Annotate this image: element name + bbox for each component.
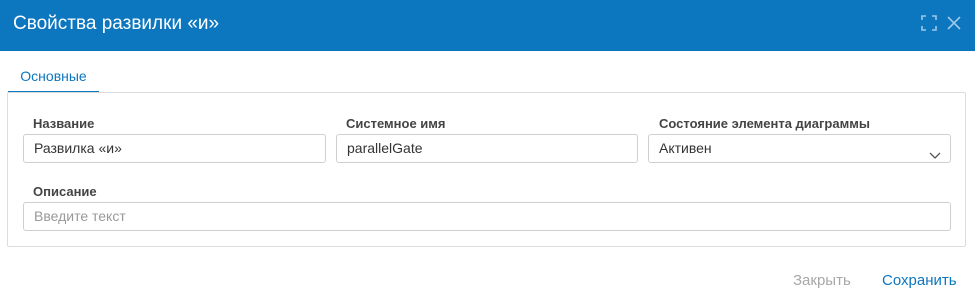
state-label: Состояние элемента диаграммы: [659, 116, 870, 131]
tab-main[interactable]: Основные: [8, 62, 99, 93]
close-icon[interactable]: [945, 14, 963, 32]
description-label: Описание: [33, 184, 97, 199]
system-name-label: Системное имя: [346, 116, 446, 131]
name-label: Название: [33, 116, 95, 131]
form-panel: Название Развилка «и» Системное имя para…: [7, 92, 966, 247]
save-button[interactable]: Сохранить: [882, 271, 957, 291]
chevron-down-icon: [929, 143, 941, 159]
expand-icon[interactable]: [920, 14, 938, 32]
close-button[interactable]: Закрыть: [793, 271, 851, 291]
dialog-header: Свойства развилки «и»: [0, 0, 975, 51]
dialog-title: Свойства развилки «и»: [13, 13, 220, 34]
state-select[interactable]: Активен: [648, 134, 951, 163]
name-input[interactable]: Развилка «и»: [23, 134, 326, 163]
description-input[interactable]: Введите текст: [23, 202, 951, 231]
state-select-value: Активен: [659, 140, 712, 156]
system-name-input[interactable]: parallelGate: [336, 134, 638, 163]
